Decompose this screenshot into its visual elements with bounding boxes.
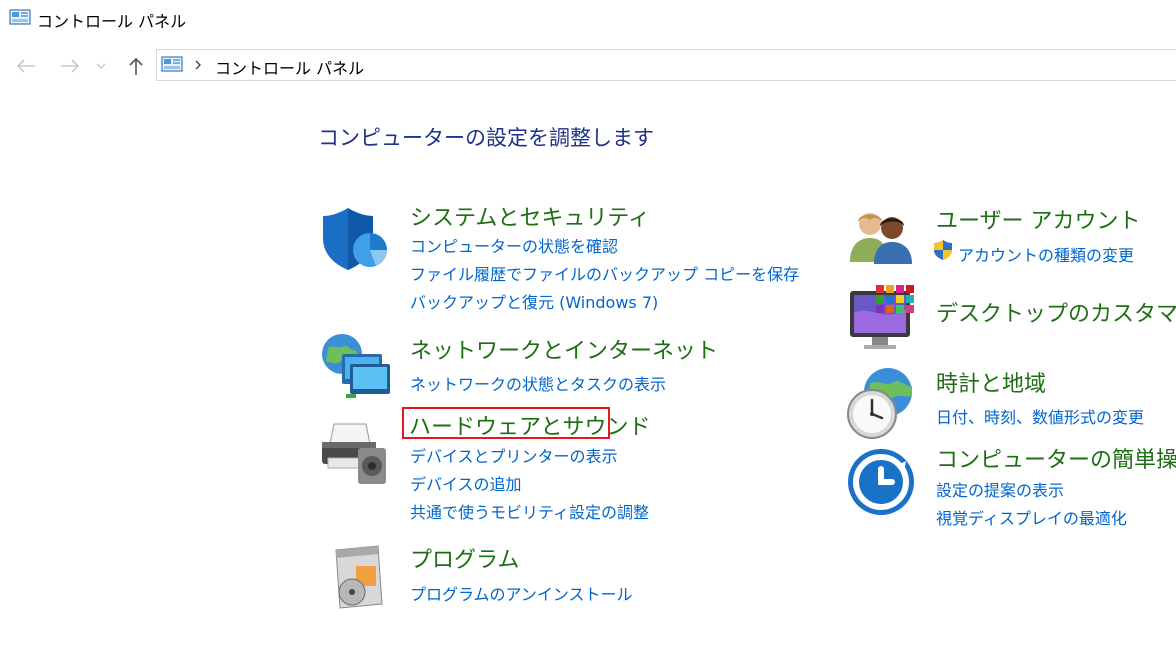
category-network-internet[interactable]: ネットワークとインターネット xyxy=(410,333,718,365)
link-file-history-backup[interactable]: ファイル履歴でファイルのバックアップ コピーを保存 xyxy=(410,261,799,285)
recent-locations-button[interactable] xyxy=(92,52,110,80)
link-uninstall-program[interactable]: プログラムのアンインストール xyxy=(410,581,633,605)
category-programs[interactable]: プログラム xyxy=(410,542,519,574)
programs-disc-icon xyxy=(335,545,383,609)
link-check-computer-status[interactable]: コンピューターの状態を確認 xyxy=(410,233,618,257)
chevron-down-icon xyxy=(96,63,106,69)
desktop-monitor-icon xyxy=(850,285,914,349)
window-title: コントロール パネル xyxy=(37,12,187,31)
link-mobility-settings[interactable]: 共通で使うモビリティ設定の調整 xyxy=(410,499,649,523)
clock-globe-icon xyxy=(847,368,912,439)
link-suggested-settings[interactable]: 設定の提案の表示 xyxy=(936,477,1064,501)
category-ease-of-access[interactable]: コンピューターの簡単操作 xyxy=(936,442,1176,474)
breadcrumb[interactable]: コントロール パネル xyxy=(215,55,364,79)
control-panel-icon xyxy=(161,56,183,72)
category-desktop-customize[interactable]: デスクトップのカスタマイズ xyxy=(936,296,1176,328)
forward-button[interactable] xyxy=(56,52,84,80)
title-bar: コントロール パネル xyxy=(0,0,1176,38)
ease-of-access-icon xyxy=(848,449,914,515)
page-title: コンピューターの設定を調整します xyxy=(318,126,654,150)
link-optimize-visual-display[interactable]: 視覚ディスプレイの最適化 xyxy=(936,505,1127,529)
navigation-bar: コントロール パネル xyxy=(0,48,1176,84)
shield-icon xyxy=(323,208,388,270)
category-clock-region[interactable]: 時計と地域 xyxy=(936,366,1046,398)
control-panel-icon xyxy=(9,9,31,25)
up-button[interactable] xyxy=(122,52,150,80)
category-user-accounts[interactable]: ユーザー アカウント xyxy=(936,203,1141,235)
users-icon xyxy=(850,213,912,264)
address-bar[interactable]: コントロール パネル xyxy=(156,49,1176,81)
network-globe-icon xyxy=(322,334,390,398)
back-button[interactable] xyxy=(12,52,40,80)
link-change-account-type[interactable]: アカウントの種類の変更 xyxy=(958,242,1134,266)
chevron-right-icon[interactable] xyxy=(193,58,203,72)
link-backup-restore[interactable]: バックアップと復元 (Windows 7) xyxy=(410,289,658,313)
link-date-time-format[interactable]: 日付、時刻、数値形式の変更 xyxy=(936,404,1144,428)
category-hardware-sound[interactable]: ハードウェアとサウンド xyxy=(409,409,651,441)
arrow-up-icon xyxy=(129,57,143,75)
arrow-right-icon xyxy=(61,59,80,73)
link-add-device[interactable]: デバイスの追加 xyxy=(410,471,522,495)
link-devices-printers[interactable]: デバイスとプリンターの表示 xyxy=(410,443,618,467)
printer-speaker-icon xyxy=(322,423,386,484)
arrow-left-icon xyxy=(16,59,35,73)
link-network-status-tasks[interactable]: ネットワークの状態とタスクの表示 xyxy=(410,371,666,395)
category-system-security[interactable]: システムとセキュリティ xyxy=(410,200,650,232)
uac-shield-icon xyxy=(934,240,952,260)
